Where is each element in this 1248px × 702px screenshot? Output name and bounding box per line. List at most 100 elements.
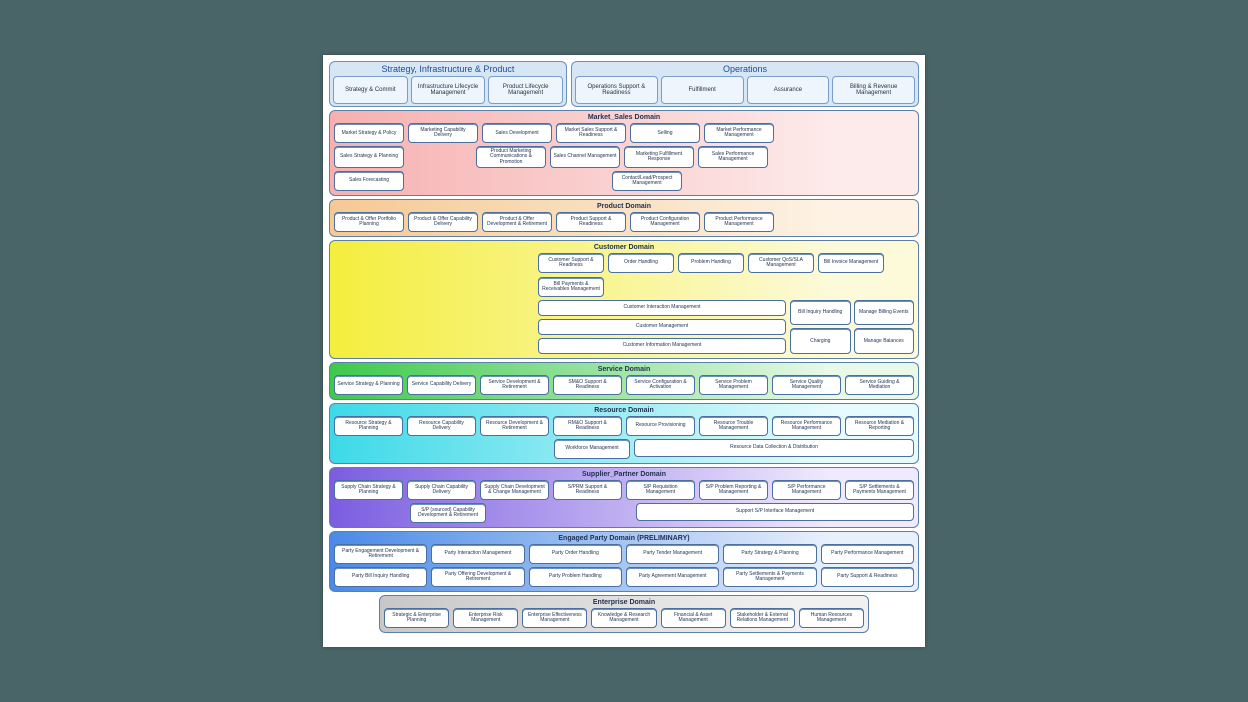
box: Service Strategy & Planning [334,375,403,395]
top-groups: Strategy, Infrastructure & Product Strat… [329,61,919,107]
box: S/P (sourced) Capability Development & R… [410,503,486,523]
diagram-sheet: Strategy, Infrastructure & Product Strat… [323,55,925,647]
box: Problem Handling [678,253,744,273]
box: Resource Provisioning [626,416,695,436]
enterprise-row1: Strategic & Enterprise Planning Enterpri… [384,608,864,628]
wide-box: Customer Management [538,319,786,335]
box: Customer Support & Readiness [538,253,604,273]
box: Party Tender Management [626,544,719,564]
box: SM&O Support & Readiness [553,375,622,395]
col-ilm: Infrastructure Lifecycle Management [411,76,486,104]
domain-enterprise-title: Enterprise Domain [384,599,864,606]
box: Party Bill Inquiry Handling [334,567,427,587]
box: Market Sales Support & Readiness [556,123,626,143]
box: Supply Chain Development & Change Manage… [480,480,549,500]
resource-row1: Resource Strategy & Planning Resource Ca… [334,416,914,436]
box: Knowledge & Research Management [591,608,656,628]
service-row1: Service Strategy & Planning Service Capa… [334,375,914,395]
market-row2: Sales Strategy & Planning Product Market… [334,146,914,168]
domain-product-title: Product Domain [334,203,914,210]
box: Resource Mediation & Reporting [845,416,914,436]
box: Market Performance Management [704,123,774,143]
box: Customer QoS/SLA Management [748,253,814,273]
box: Resource Capability Delivery [407,416,476,436]
box: Human Resources Management [799,608,864,628]
domain-market-title: Market_Sales Domain [334,114,914,121]
box: Manage Balances [854,328,915,354]
resource-row2: Workforce Management Resource Data Colle… [334,439,914,459]
box: Service Development & Retirement [480,375,549,395]
box: Sales Development [482,123,552,143]
col-plm: Product Lifecycle Management [488,76,563,104]
wide-box: Support S/P Interface Management [636,503,914,521]
box: Party Engagement Development & Retiremen… [334,544,427,564]
box: Resource Trouble Management [699,416,768,436]
col-strategy-commit: Strategy & Commit [333,76,408,104]
box: Party Support & Readiness [821,567,914,587]
domain-resource-title: Resource Domain [334,407,914,414]
box: Resource Performance Management [772,416,841,436]
box: Supply Chain Capability Delivery [407,480,476,500]
box: S/P Performance Management [772,480,841,500]
box: Service Capability Delivery [407,375,476,395]
box: Service Configuration & Activation [626,375,695,395]
supplier-row2: S/P (sourced) Capability Development & R… [334,503,914,523]
box: Product Support & Readiness [556,212,626,232]
box: Party Offering Development & Retirement [431,567,524,587]
box: Product Configuration Management [630,212,700,232]
supplier-row1: Supply Chain Strategy & Planning Supply … [334,480,914,500]
box: Manage Billing Events [854,300,915,326]
domain-supplier-title: Supplier_Partner Domain [334,471,914,478]
box: Resource Strategy & Planning [334,416,403,436]
box: Selling [630,123,700,143]
box: S/P Settlements & Payments Management [845,480,914,500]
box: S/P Problem Reporting & Management [699,480,768,500]
box: Service Quality Management [772,375,841,395]
domain-customer-title: Customer Domain [334,244,914,251]
market-row3: Sales Forecasting Contact/Lead/Prospect … [334,171,914,191]
market-row1: Market Strategy & Policy Marketing Capab… [334,123,914,143]
box: Supply Chain Strategy & Planning [334,480,403,500]
box: Charging [790,328,851,354]
box: Workforce Management [554,439,630,459]
wide-box: Customer Information Management [538,338,786,354]
col-osr: Operations Support & Readiness [575,76,658,104]
product-row1: Product & Offer Portfolio Planning Produ… [334,212,914,232]
domain-engaged-title: Engaged Party Domain (PRELIMINARY) [334,535,914,542]
box: Stakeholder & External Relations Managem… [730,608,795,628]
col-billing: Billing & Revenue Management [832,76,915,104]
domain-engaged-party: Engaged Party Domain (PRELIMINARY) Party… [329,531,919,592]
box: Service Problem Management [699,375,768,395]
group-ops: Operations Operations Support & Readines… [571,61,919,107]
domain-supplier: Supplier_Partner Domain Supply Chain Str… [329,467,919,528]
box: Sales Channel Management [550,146,620,168]
customer-row1: Customer Support & Readiness Order Handl… [538,253,914,297]
ops-cols: Operations Support & Readiness Fulfillme… [575,76,915,104]
box: Bill Inquiry Handling [790,300,851,326]
box: Sales Strategy & Planning [334,146,404,168]
box: Strategic & Enterprise Planning [384,608,449,628]
domain-service-title: Service Domain [334,366,914,373]
domain-resource: Resource Domain Resource Strategy & Plan… [329,403,919,464]
box: Product Marketing Communications & Promo… [476,146,546,168]
page-root: Strategy, Infrastructure & Product Strat… [0,0,1248,702]
box: Contact/Lead/Prospect Management [612,171,682,191]
box: Enterprise Risk Management [453,608,518,628]
box: Product & Offer Portfolio Planning [334,212,404,232]
box: Marketing Fulfillment Response [624,146,694,168]
customer-layout: Customer Support & Readiness Order Handl… [334,253,914,354]
box: Market Strategy & Policy [334,123,404,143]
box: Party Strategy & Planning [723,544,816,564]
box: Product & Offer Development & Retirement [482,212,552,232]
sip-cols: Strategy & Commit Infrastructure Lifecyc… [333,76,563,104]
box: Order Handling [608,253,674,273]
box: Party Order Handling [529,544,622,564]
domain-market-sales: Market_Sales Domain Market Strategy & Po… [329,110,919,196]
domain-service: Service Domain Service Strategy & Planni… [329,362,919,400]
box: S/P Requisition Management [626,480,695,500]
wide-box: Resource Data Collection & Distribution [634,439,914,457]
box: Bill Invoice Management [818,253,884,273]
engaged-row2: Party Bill Inquiry Handling Party Offeri… [334,567,914,587]
box: Sales Forecasting [334,171,404,191]
box: Enterprise Effectiveness Management [522,608,587,628]
